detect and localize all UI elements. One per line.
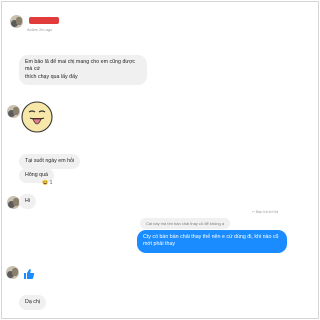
outgoing-message: Cty có bán bàn chải thay thế nên e cứ dù…: [137, 230, 287, 253]
message-text: mới phải thay: [143, 241, 176, 248]
message-text: Tại suốt ngày em hỏi: [25, 158, 75, 164]
message-text: thích chạy qua lấy đấy: [25, 73, 78, 80]
message-text: Em bảo lã để mai chị mang cho em cũng đư…: [25, 59, 136, 73]
message-text: Hông quá: [25, 172, 48, 178]
contact-avatar[interactable]: [6, 266, 19, 279]
contact-avatar[interactable]: [10, 15, 23, 28]
incoming-message: Em bảo lã để mai chị mang cho em cũng đư…: [19, 55, 147, 86]
replied-message-preview[interactable]: Cái này mà tìm bàn chải thay cỏ để không…: [140, 218, 231, 229]
thumbs-up-icon: [24, 269, 35, 279]
message-text: Hi: [25, 198, 31, 204]
reply-arrow-icon: ↩: [252, 210, 256, 214]
contact-status: Active 2m ago: [27, 27, 53, 32]
reaction-count: 1: [49, 180, 53, 186]
incoming-message: Dạ chị: [19, 295, 47, 311]
chat-window: Active 2m ago Em bảo lã để mai chị mang …: [1, 1, 319, 319]
reply-label: ↩ Bạn trả lời Hà: [252, 210, 279, 214]
tongue-out-emoji-sticker: [21, 101, 53, 133]
contact-name-redacted: [29, 17, 59, 24]
message-text: Dạ chị: [25, 299, 41, 305]
contact-avatar[interactable]: [7, 105, 20, 118]
incoming-message: Hi: [19, 194, 37, 210]
message-reaction[interactable]: 😆 1: [42, 180, 52, 186]
contact-avatar[interactable]: [7, 196, 20, 209]
laughing-emoji-icon: 😆: [42, 180, 49, 186]
message-text: Cty có bán bàn chải thay thế nên e cứ dù…: [143, 234, 279, 240]
